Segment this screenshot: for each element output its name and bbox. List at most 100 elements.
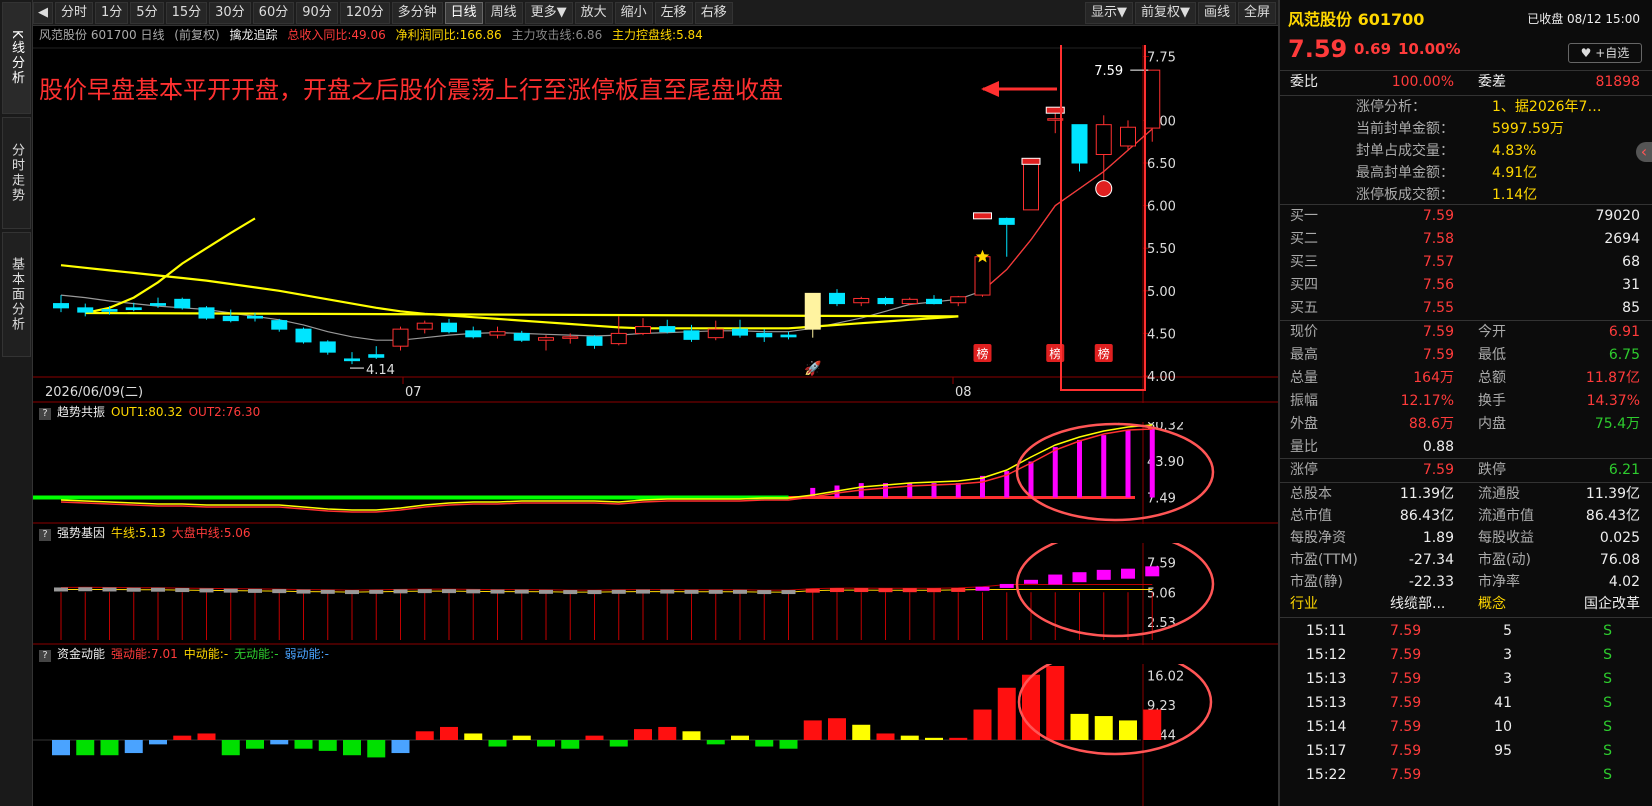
panel2-block	[78, 587, 93, 592]
candle-body	[392, 328, 409, 347]
panel2-block	[611, 589, 626, 594]
indicator-name[interactable]: 擒龙追踪	[229, 28, 277, 42]
bid-volume: 79020	[1595, 208, 1640, 224]
limit-analysis-value: 5997.59万	[1492, 121, 1564, 137]
toolbar-right-button-2[interactable]: 画线	[1197, 1, 1236, 24]
panel3-bar	[149, 740, 167, 745]
period-button-13[interactable]: 缩小	[614, 1, 653, 24]
period-button-10[interactable]: 周线	[484, 1, 523, 24]
period-button-4[interactable]: 30分	[209, 1, 251, 24]
period-button-3[interactable]: 15分	[165, 1, 208, 24]
candle-body	[53, 303, 69, 309]
panel2-block	[708, 589, 723, 594]
toolbar-right-button-3[interactable]: 全屏	[1237, 1, 1276, 24]
collapse-arrow-icon[interactable]: ‹	[1636, 142, 1652, 162]
quote-label: 最高	[1290, 347, 1318, 363]
period-button-1[interactable]: 1分	[95, 1, 129, 24]
panel3-weak: 弱动能:-	[284, 647, 329, 661]
panel2-block	[151, 587, 165, 592]
tick-side: S	[1603, 767, 1612, 783]
date-label-start: 2026/06/09(二)	[45, 385, 143, 400]
chart-area[interactable]: 7.75 7.00 6.50 6.00 5.50 5.00 4.50 4.00 4.14 7.59…	[33, 26, 1278, 806]
quote2-value: 0.88	[1422, 439, 1454, 455]
panel3-title[interactable]: 资金动能	[57, 647, 105, 661]
candle-body	[804, 292, 821, 330]
bid-level: 买一	[1290, 208, 1318, 224]
fund-label-2: 每股收益	[1478, 530, 1534, 546]
collapse-icon[interactable]: ◀	[33, 1, 53, 24]
quote2-value: 12.17%	[1400, 393, 1454, 409]
adjust-label: (前复权)	[174, 28, 220, 42]
panel1-title[interactable]: 趋势共振	[57, 405, 105, 419]
stock-name: 风范股份 601700	[1288, 10, 1425, 29]
bid-level: 买二	[1290, 231, 1318, 247]
tick-price: 7.59	[1390, 767, 1422, 783]
candle-body	[416, 322, 433, 330]
tick-time: 15:22	[1306, 767, 1347, 783]
toolbar-right-button-1[interactable]: 前复权▼	[1134, 1, 1196, 24]
period-button-11[interactable]: 更多▼	[524, 1, 573, 24]
panel3-bar	[512, 735, 531, 740]
panel3-bar	[609, 740, 628, 747]
panel3-bar	[100, 740, 119, 756]
period-button-9[interactable]: 日线	[444, 1, 483, 24]
tab-timeshare[interactable]: 分时走势	[2, 117, 31, 229]
period-button-7[interactable]: 120分	[339, 1, 390, 24]
panel2-block	[951, 587, 966, 592]
panel3-strong: 强动能:7.01	[111, 647, 178, 661]
help-icon[interactable]: ?	[39, 408, 51, 420]
period-button-8[interactable]: 多分钟	[391, 1, 443, 24]
tick-price: 7.59	[1390, 719, 1422, 735]
period-button-14[interactable]: 左移	[654, 1, 693, 24]
limit-analysis-row: 最高封单金额： 4.91亿	[1280, 162, 1652, 185]
panel3-bar	[52, 740, 70, 756]
bid-row: 买三 7.57 68	[1280, 251, 1652, 274]
panel2-block	[902, 588, 917, 593]
fund-label: 市盈(TTM)	[1290, 552, 1358, 568]
help-icon[interactable]: ?	[39, 650, 51, 662]
limit-analysis-label: 封单占成交量：	[1356, 143, 1454, 159]
panel2-block	[563, 590, 578, 595]
bid-price: 7.59	[1422, 208, 1454, 224]
panel3-bar	[1143, 709, 1162, 740]
period-button-12[interactable]: 放大	[574, 1, 613, 24]
fund-label: 每股净资	[1290, 530, 1346, 546]
quote2-row: 量比 0.88	[1280, 436, 1652, 459]
candle-body	[610, 332, 627, 345]
panel1-bar	[1101, 435, 1107, 498]
candle-body	[101, 309, 118, 312]
bid-row: 买五 7.55 85	[1280, 297, 1652, 320]
add-watchlist-button[interactable]: ♥ +自选	[1568, 43, 1642, 63]
panel2-block	[514, 589, 529, 594]
period-button-6[interactable]: 90分	[296, 1, 338, 24]
industry-row[interactable]: 行业 线缆部... 概念 国企改革	[1280, 593, 1652, 616]
period-button-5[interactable]: 60分	[252, 1, 295, 24]
tick-time: 15:14	[1306, 719, 1347, 735]
candle-body	[877, 297, 894, 305]
panel2-block	[757, 590, 772, 595]
period-button-15[interactable]: 右移	[694, 1, 733, 24]
ratio-label: 委比	[1290, 74, 1318, 90]
period-button-0[interactable]: 分时	[55, 1, 94, 24]
diff-value: 81898	[1595, 74, 1640, 90]
candle-body	[707, 328, 724, 339]
limit-analysis-row: 封单占成交量： 4.83%	[1280, 140, 1652, 163]
panel3-bar	[464, 733, 483, 740]
date-label-aug: 08	[955, 385, 972, 400]
panel2-block	[126, 587, 141, 592]
toolbar-right-button-0[interactable]: 显示▼	[1084, 1, 1133, 24]
tab-kline-analysis[interactable]: K线分析	[2, 2, 31, 114]
panel2-block	[539, 589, 553, 594]
help-icon[interactable]: ?	[39, 529, 51, 541]
tab-fundamentals[interactable]: 基本面分析	[2, 232, 31, 357]
period-button-2[interactable]: 5分	[130, 1, 164, 24]
candle-body	[368, 354, 385, 358]
rocket-icon: 🚀	[804, 360, 822, 377]
panel2-block	[490, 589, 505, 594]
panel2-title[interactable]: 强势基因	[57, 526, 105, 540]
panel3-bar	[682, 731, 701, 740]
ratio-value: 100.00%	[1391, 74, 1454, 90]
quote-label-2: 总额	[1478, 370, 1506, 386]
panel2-block	[854, 588, 869, 593]
bid-volume: 68	[1622, 254, 1640, 270]
